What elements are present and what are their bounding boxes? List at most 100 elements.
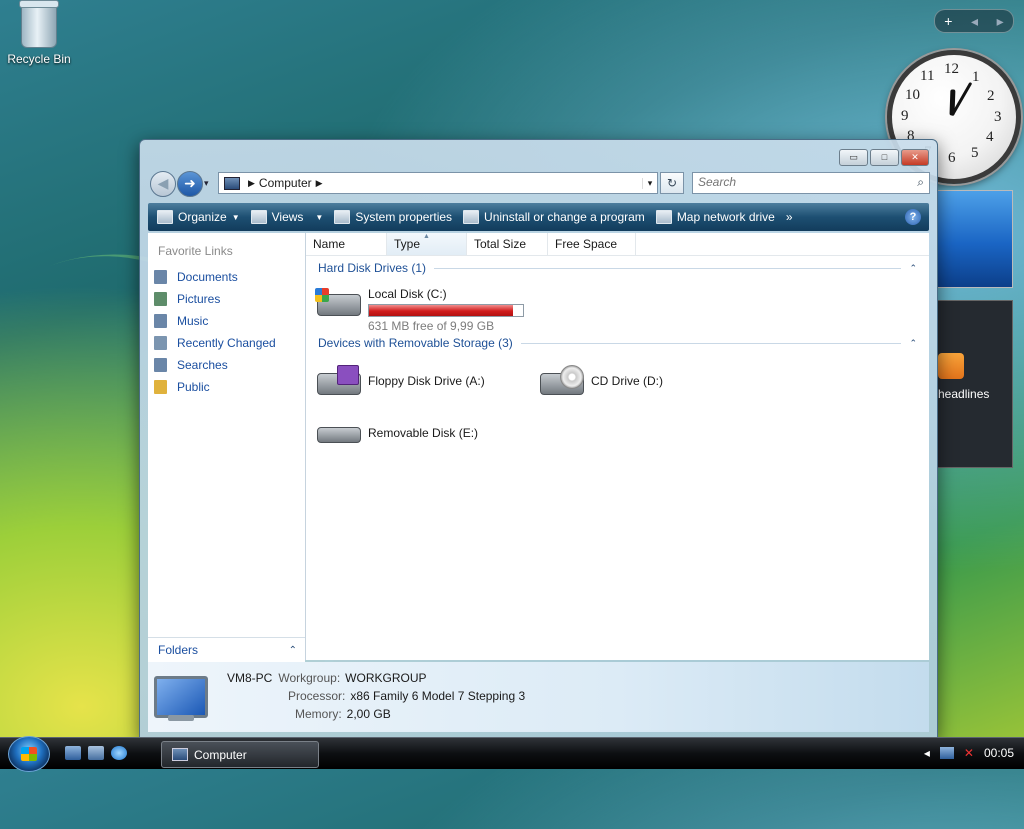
chevron-up-icon[interactable]: ⌃	[909, 263, 917, 274]
column-total-size[interactable]: Total Size	[467, 233, 548, 255]
clock-numeral: 10	[905, 87, 920, 103]
nav-item-documents[interactable]: Documents	[148, 266, 305, 288]
computer-monitor-icon	[154, 676, 212, 724]
removable-disk-icon	[315, 417, 361, 449]
internet-explorer-icon[interactable]	[111, 746, 127, 760]
forward-button[interactable]: ➜	[177, 171, 203, 197]
drive-name: Removable Disk (E:)	[368, 426, 479, 440]
computer-icon	[172, 748, 188, 761]
switch-windows-icon[interactable]	[88, 746, 104, 760]
drive-cd-d[interactable]: CD Drive (D:)	[538, 365, 663, 397]
clock-numeral: 4	[986, 129, 994, 145]
taskbar-button-label: Computer	[194, 747, 247, 762]
chevron-up-icon[interactable]: ⌃	[909, 338, 917, 349]
clock-numeral: 2	[987, 88, 995, 104]
system-properties-icon	[334, 210, 351, 224]
organize-label: Organize	[178, 210, 227, 224]
close-button[interactable]: ✕	[901, 149, 929, 166]
workgroup-value: WORKGROUP	[345, 671, 427, 685]
feed-headlines-gadget[interactable]: headlines	[937, 300, 1013, 468]
folders-label: Folders	[158, 643, 199, 657]
group-title: Hard Disk Drives (1)	[318, 261, 427, 275]
command-bar: Organize ▼ Views ▼ System properties Uni…	[148, 203, 929, 231]
system-properties-button[interactable]: System properties	[334, 210, 452, 224]
recent-pages-dropdown[interactable]: ▾	[204, 178, 209, 189]
group-removable-storage[interactable]: Devices with Removable Storage (3) ⌃	[318, 333, 917, 353]
start-button[interactable]	[8, 736, 50, 772]
nav-item-label: Public	[177, 380, 210, 394]
recycle-bin-desktop-icon[interactable]: Recycle Bin	[6, 0, 72, 66]
system-properties-label: System properties	[355, 210, 453, 224]
maximize-button[interactable]: □	[870, 149, 899, 166]
nav-item-music[interactable]: Music	[148, 310, 305, 332]
folders-toggle[interactable]: Folders ⌃	[148, 637, 305, 662]
network-drive-icon	[655, 210, 672, 224]
column-headers: Name ▲ Type Total Size Free Space	[306, 233, 929, 256]
taskbar: Computer ◂ ✕ 00:05	[0, 736, 1024, 772]
nav-item-searches[interactable]: Searches	[148, 354, 305, 376]
column-type[interactable]: ▲ Type	[387, 233, 467, 255]
slideshow-gadget[interactable]	[937, 190, 1013, 288]
nav-item-label: Music	[177, 314, 209, 328]
rss-icon	[938, 353, 964, 379]
sidebar-next-button[interactable]: ▸	[997, 13, 1004, 30]
documents-icon	[154, 270, 167, 284]
nav-item-label: Searches	[177, 358, 228, 372]
sidebar-prev-button[interactable]: ◂	[971, 13, 978, 30]
clock-numeral: 6	[948, 150, 956, 166]
uninstall-program-button[interactable]: Uninstall or change a program	[463, 210, 645, 224]
nav-item-label: Documents	[177, 270, 238, 284]
organize-button[interactable]: Organize ▼	[157, 210, 240, 224]
search-input[interactable]	[693, 173, 898, 191]
chevron-down-icon: ▼	[315, 212, 324, 222]
clock-numeral: 12	[944, 61, 959, 77]
memory-label: Memory:	[295, 707, 342, 721]
drive-name: Floppy Disk Drive (A:)	[368, 374, 485, 388]
pictures-icon	[154, 292, 167, 306]
nav-item-label: Recently Changed	[177, 336, 276, 350]
address-dropdown-icon[interactable]: ▾	[642, 177, 657, 189]
processor-value: x86 Family 6 Model 7 Stepping 3	[350, 689, 526, 703]
taskbar-clock[interactable]: 00:05	[984, 746, 1014, 760]
breadcrumb-separator-icon[interactable]: ▶	[316, 178, 323, 189]
volume-muted-icon[interactable]: ✕	[964, 746, 974, 760]
map-drive-label: Map network drive	[676, 210, 775, 224]
caption-buttons: ▭ □ ✕	[837, 149, 929, 166]
group-hard-disk-drives[interactable]: Hard Disk Drives (1) ⌃	[318, 258, 917, 278]
floppy-drive-icon	[315, 365, 361, 397]
nav-item-public[interactable]: Public	[148, 376, 305, 398]
searches-icon	[154, 358, 167, 372]
taskbar-button-computer[interactable]: Computer	[161, 741, 319, 768]
clock-numeral: 1	[972, 69, 980, 85]
breadcrumb-separator-icon[interactable]: ▶	[248, 178, 255, 189]
windows-logo-icon	[21, 747, 37, 761]
help-icon[interactable]: ?	[905, 209, 921, 225]
refresh-button[interactable]: ↻	[660, 172, 684, 194]
drive-free-space: 631 MB free of 9,99 GB	[368, 319, 495, 333]
drive-floppy-a[interactable]: Floppy Disk Drive (A:)	[315, 365, 485, 397]
back-button[interactable]: ◀	[150, 171, 176, 197]
nav-item-recently-changed[interactable]: Recently Changed	[148, 332, 305, 354]
add-gadget-button[interactable]: +	[944, 13, 952, 29]
address-bar[interactable]: ▶ Computer ▶ ▾	[218, 172, 658, 194]
nav-item-pictures[interactable]: Pictures	[148, 288, 305, 310]
favorite-links-title: Favorite Links	[158, 244, 233, 258]
drive-local-disk-c[interactable]: Local Disk (C:) 631 MB free of 9,99 GB	[315, 286, 524, 333]
column-name[interactable]: Name	[306, 233, 387, 255]
views-button[interactable]: Views ▼	[250, 210, 324, 224]
show-hidden-icons-button[interactable]: ◂	[924, 746, 930, 760]
minimize-button[interactable]: ▭	[839, 149, 868, 166]
column-type-label: Type	[394, 237, 421, 251]
hard-drive-icon	[315, 286, 361, 318]
show-desktop-icon[interactable]	[65, 746, 81, 760]
drive-removable-e[interactable]: Removable Disk (E:)	[315, 417, 478, 449]
map-network-drive-button[interactable]: Map network drive	[655, 210, 775, 224]
detail-row-name: VM8-PC Workgroup: WORKGROUP	[227, 671, 427, 685]
details-pane: VM8-PC Workgroup: WORKGROUP Processor: x…	[148, 662, 929, 732]
network-icon[interactable]	[939, 747, 954, 759]
file-list: Name ▲ Type Total Size Free Space Hard D…	[306, 233, 929, 660]
column-free-space[interactable]: Free Space	[548, 233, 636, 255]
breadcrumb-computer[interactable]: Computer	[259, 176, 312, 190]
more-commands-button[interactable]: »	[786, 210, 793, 224]
search-icon[interactable]: ⌕	[917, 175, 924, 190]
